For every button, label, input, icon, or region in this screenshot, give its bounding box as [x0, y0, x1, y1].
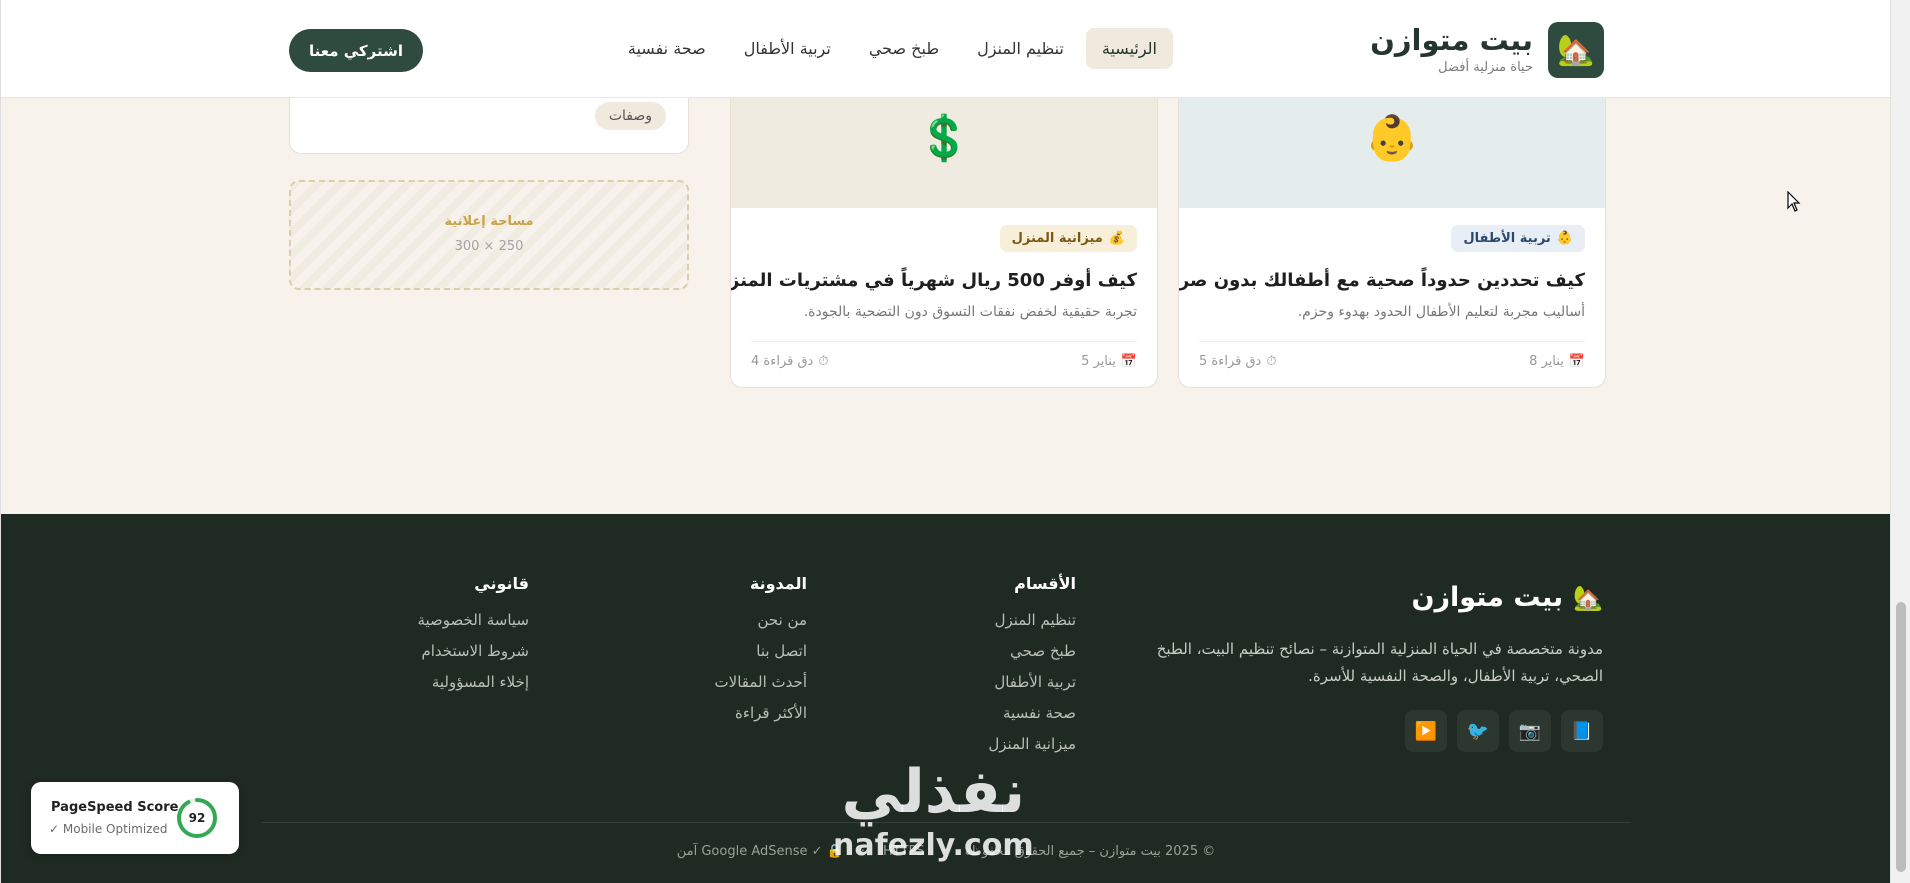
- clock-icon: ⏱: [818, 354, 829, 369]
- date-label: 5 يناير: [1081, 354, 1116, 369]
- page-viewport: 🏡 بيت متوازن حياة منزلية أفضل الرئيسية ت…: [0, 0, 1890, 883]
- card-divider: [751, 341, 1137, 342]
- clock-icon: ⏱: [1266, 354, 1277, 369]
- adsense-badge: 🔒 ✓ Google AdSense آمن: [677, 844, 843, 859]
- twitter-icon[interactable]: 🐦: [1457, 710, 1499, 752]
- nav-item-parenting[interactable]: تربية الأطفال: [728, 28, 847, 69]
- footer-link[interactable]: تنظيم المنزل: [988, 611, 1076, 629]
- brand-tagline: حياة منزلية أفضل: [1438, 59, 1533, 75]
- article-date: 📅 5 يناير: [1081, 354, 1137, 369]
- footer-column-blog: المدونة من نحن اتصل بنا أحدث المقالات ال…: [715, 574, 807, 735]
- category-label: تربية الأطفال: [1463, 231, 1551, 246]
- footer-column-title: المدونة: [749, 574, 807, 593]
- facebook-icon[interactable]: 📘: [1561, 710, 1603, 752]
- pagespeed-title: PageSpeed Score: [51, 800, 179, 815]
- copyright: © 2025 بيت متوازن – جميع الحقوق محفوظة: [964, 844, 1216, 859]
- money-bag-icon: 💲: [916, 113, 972, 164]
- site-header: 🏡 بيت متوازن حياة منزلية أفضل الرئيسية ت…: [1, 0, 1890, 98]
- category-badge[interactable]: 💰 ميزانية المنزل: [999, 225, 1137, 252]
- footer-brand[interactable]: 🏡 بيت متوازن: [1411, 582, 1603, 613]
- baby-icon: 👶: [1364, 113, 1420, 164]
- nav-item-organization[interactable]: تنظيم المنزل: [961, 28, 1080, 69]
- read-time-label: 4 دق قراءة: [751, 354, 814, 369]
- footer-link[interactable]: ميزانية المنزل: [988, 735, 1076, 753]
- article-title[interactable]: كيف أوفر 500 ريال شهرياً في مشتريات المن…: [731, 270, 1137, 291]
- article-date: 📅 8 يناير: [1529, 354, 1585, 369]
- footer-column-legal: قانوني سياسة الخصوصية شروط الاستخدام إخل…: [417, 574, 529, 704]
- article-thumbnail: 💲: [731, 80, 1157, 208]
- footer-link[interactable]: الأكثر قراءة: [715, 704, 807, 722]
- house-icon: 🏡: [1573, 583, 1603, 612]
- brand-name: بيت متوازن: [1370, 23, 1533, 58]
- calendar-icon: 📅: [1568, 354, 1585, 369]
- date-label: 8 يناير: [1529, 354, 1564, 369]
- article-thumbnail: 👶: [1179, 80, 1605, 208]
- footer-column-title: قانوني: [474, 574, 529, 593]
- card-divider: [1199, 341, 1585, 342]
- scrollbar-thumb[interactable]: [1896, 602, 1906, 872]
- pagespeed-widget[interactable]: PageSpeed Score ✓ Mobile Optimized 92: [31, 782, 239, 854]
- nav-item-mental-health[interactable]: صحة نفسية: [612, 28, 722, 69]
- footer-link[interactable]: طبخ صحي: [988, 642, 1076, 660]
- ad-size: 300 × 250: [454, 239, 524, 254]
- youtube-icon[interactable]: ▶️: [1405, 710, 1447, 752]
- ad-placeholder: مساحة إعلانية 300 × 250: [289, 180, 689, 290]
- footer-link[interactable]: شروط الاستخدام: [417, 642, 529, 660]
- read-time: ⏱ 4 دق قراءة: [751, 354, 828, 369]
- category-label: ميزانية المنزل: [1011, 231, 1103, 246]
- footer-description: مدونة متخصصة في الحياة المنزلية المتوازن…: [1156, 640, 1603, 685]
- footer-link[interactable]: من نحن: [715, 611, 808, 629]
- main-nav: الرئيسية تنظيم المنزل طبخ صحي تربية الأط…: [612, 28, 1173, 69]
- ad-title: مساحة إعلانية: [444, 214, 534, 229]
- mouse-cursor-icon: [1787, 191, 1801, 212]
- site-footer: 🏡 بيت متوازن مدونة متخصصة في الحياة المن…: [1, 514, 1890, 883]
- baby-icon: 👶: [1556, 231, 1573, 246]
- footer-link[interactable]: أحدث المقالات: [715, 673, 807, 691]
- article-card[interactable]: 👶 👶 تربية الأطفال كيف تحددين حدوداً صحية…: [1178, 80, 1606, 388]
- article-excerpt: أساليب مجربة لتعليم الأطفال الحدود بهدوء…: [1297, 304, 1585, 320]
- article-card[interactable]: 💲 💰 ميزانية المنزل كيف أوفر 500 ريال شهر…: [730, 80, 1158, 388]
- read-time: ⏱ 5 دق قراءة: [1199, 354, 1276, 369]
- footer-column-sections: الأقسام تنظيم المنزل طبخ صحي تربية الأطف…: [988, 574, 1076, 766]
- article-excerpt: تجربة حقيقية لخفض نفقات التسوق دون التضح…: [803, 304, 1137, 320]
- money-bag-icon: 💰: [1108, 231, 1125, 246]
- footer-link[interactable]: اتصل بنا: [715, 642, 807, 660]
- read-time-label: 5 دق قراءة: [1199, 354, 1262, 369]
- social-links: 📘 📷 🐦 ▶️: [1405, 710, 1603, 752]
- article-title[interactable]: كيف تحددين حدوداً صحية مع أطفالك بدون صر…: [1179, 270, 1585, 291]
- footer-divider: [261, 822, 1631, 823]
- pagespeed-score: 92: [188, 811, 206, 825]
- footer-link[interactable]: إخلاء المسؤولية: [417, 673, 529, 691]
- nav-item-home[interactable]: الرئيسية: [1085, 28, 1173, 69]
- https-badge: HTTPS: [883, 844, 925, 859]
- calendar-icon: 📅: [1120, 354, 1137, 369]
- footer-column-title: الأقسام: [1014, 574, 1076, 593]
- brand[interactable]: 🏡 بيت متوازن حياة منزلية أفضل: [1370, 22, 1604, 78]
- footer-brand-name: بيت متوازن: [1411, 582, 1564, 613]
- footer-link[interactable]: سياسة الخصوصية: [417, 611, 529, 629]
- footer-link[interactable]: تربية الأطفال: [988, 673, 1076, 691]
- lock-icon: 🔒: [826, 844, 843, 859]
- scrollbar[interactable]: [1890, 0, 1910, 883]
- subscribe-button[interactable]: اشتركي معنا: [289, 29, 423, 72]
- tag-pill[interactable]: وصفات: [594, 102, 666, 130]
- adsense-label: ✓ Google AdSense آمن: [676, 844, 823, 859]
- footer-link[interactable]: صحة نفسية: [988, 704, 1076, 722]
- pagespeed-subtitle: ✓ Mobile Optimized: [49, 822, 168, 836]
- footer-bottom: © 2025 بيت متوازن – جميع الحقوق محفوظة ·…: [1, 844, 1890, 859]
- nav-item-healthy-cooking[interactable]: طبخ صحي: [853, 28, 955, 69]
- house-icon: 🏡: [1548, 22, 1604, 78]
- category-badge[interactable]: 👶 تربية الأطفال: [1451, 225, 1585, 252]
- separator: ·: [942, 844, 947, 859]
- instagram-icon[interactable]: 📷: [1509, 710, 1551, 752]
- separator: ·: [860, 844, 866, 859]
